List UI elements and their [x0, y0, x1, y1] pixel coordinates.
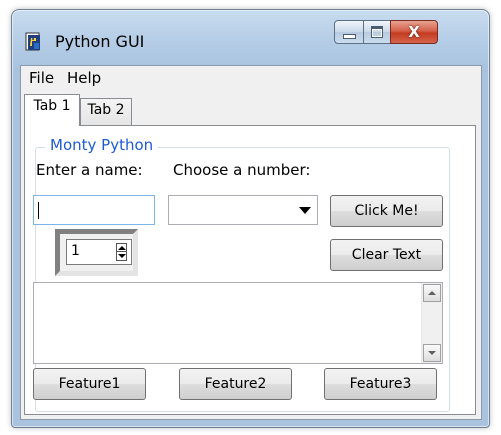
spin-down-icon[interactable] — [118, 254, 126, 258]
client-area: File Help Tab 1 Tab 2 Monty Python Enter… — [20, 65, 482, 420]
name-label: Enter a name: — [36, 161, 143, 179]
tab-2[interactable]: Tab 2 — [80, 98, 132, 126]
spinbox-value: 1 — [71, 243, 80, 259]
title-bar[interactable]: Python GUI X — [12, 10, 489, 52]
close-button[interactable]: X — [390, 20, 438, 44]
dropdown-arrow-icon[interactable] — [299, 207, 311, 214]
minimize-icon — [342, 33, 356, 39]
feature3-button[interactable]: Feature3 — [324, 368, 437, 400]
text-cursor — [38, 202, 39, 219]
number-spinbox[interactable]: 1 — [66, 239, 132, 265]
scrolled-text[interactable] — [33, 282, 443, 364]
spinbox-arrows[interactable] — [116, 243, 127, 261]
tab-panel: Monty Python Enter a name: Choose a numb… — [24, 125, 476, 415]
spin-divider — [117, 251, 126, 252]
menu-file[interactable]: File — [29, 69, 54, 87]
scroll-down-button[interactable] — [423, 344, 441, 362]
minimize-button[interactable] — [334, 20, 364, 44]
vertical-scrollbar[interactable] — [421, 283, 442, 363]
clear-text-button[interactable]: Clear Text — [330, 239, 443, 271]
name-input[interactable] — [33, 195, 155, 225]
feature2-button[interactable]: Feature2 — [179, 368, 292, 400]
tab-1[interactable]: Tab 1 — [24, 94, 80, 126]
window-title: Python GUI — [55, 32, 145, 51]
close-icon: X — [408, 23, 420, 41]
group-title: Monty Python — [45, 136, 159, 154]
spinbox-frame: 1 — [55, 229, 138, 276]
monty-python-group: Monty Python Enter a name: Choose a numb… — [33, 136, 450, 412]
menu-help[interactable]: Help — [67, 69, 101, 87]
feature1-button[interactable]: Feature1 — [33, 368, 146, 400]
scroll-up-icon — [428, 291, 436, 295]
number-label: Choose a number: — [173, 161, 311, 179]
maximize-icon — [371, 26, 383, 38]
python-app-icon — [25, 32, 40, 51]
app-window: Python GUI X File Help Tab 1 Tab 2 Monty… — [11, 9, 490, 428]
maximize-button[interactable] — [363, 20, 391, 44]
scroll-up-button[interactable] — [423, 284, 441, 302]
scroll-down-icon — [428, 351, 436, 355]
spin-up-icon[interactable] — [118, 246, 126, 250]
number-combobox[interactable] — [168, 195, 318, 225]
click-me-button[interactable]: Click Me! — [330, 195, 443, 227]
menu-bar: File Help — [21, 66, 481, 91]
